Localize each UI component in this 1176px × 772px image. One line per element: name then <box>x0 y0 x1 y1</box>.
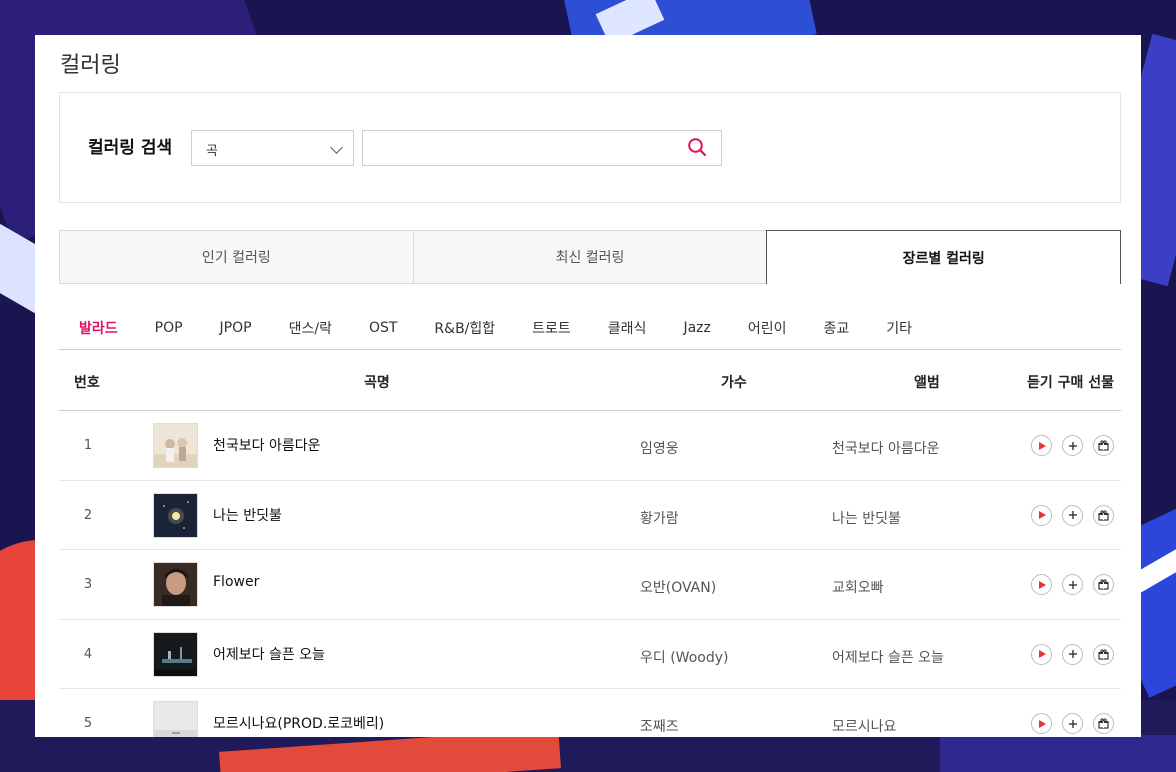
genre-jpop[interactable]: JPOP <box>220 320 252 336</box>
search-label: 컬러링 검색 <box>88 138 173 158</box>
row-actions <box>1031 574 1114 595</box>
album-cover[interactable] <box>153 492 198 538</box>
play-button[interactable] <box>1031 574 1052 595</box>
table-row: 1 천국보다 아름다운 임영웅 천국보다 아름다운 <box>59 411 1121 481</box>
header-no: 번호 <box>74 375 100 391</box>
genre-classic[interactable]: 클래식 <box>608 318 647 338</box>
gift-icon <box>1098 718 1109 729</box>
coloring-panel: 컬러링 컬러링 검색 곡 인기 컬러링 최신 컬러링 장르별 컬러링 발라드 P… <box>35 35 1141 737</box>
row-number: 2 <box>83 507 93 523</box>
search-box: 컬러링 검색 곡 <box>59 92 1121 203</box>
song-album: 천국보다 아름다운 <box>832 441 940 457</box>
genre-religion[interactable]: 종교 <box>823 318 849 338</box>
coloring-tabs: 인기 컬러링 최신 컬러링 장르별 컬러링 <box>59 230 1122 284</box>
genre-rnb-hiphop[interactable]: R&B/힙합 <box>434 318 495 338</box>
gift-icon <box>1098 509 1109 521</box>
play-icon <box>1038 650 1046 658</box>
gift-button[interactable] <box>1093 435 1114 456</box>
row-number: 4 <box>83 646 93 662</box>
song-album: 교회오빠 <box>832 580 884 596</box>
song-artist: 오반(OVAN) <box>640 580 717 596</box>
gift-button[interactable] <box>1093 504 1114 526</box>
gift-icon <box>1098 648 1109 660</box>
row-actions <box>1031 504 1114 526</box>
song-album: 어제보다 슬픈 오늘 <box>832 649 944 666</box>
play-button[interactable] <box>1031 435 1052 456</box>
search-icon <box>688 137 707 156</box>
table-header: 번호 곡명 가수 앨범 듣기 구매 선물 <box>59 349 1121 411</box>
row-actions <box>1031 435 1114 456</box>
buy-button[interactable] <box>1062 713 1083 734</box>
search-type-select[interactable]: 곡 <box>191 130 354 166</box>
song-title[interactable]: 모르시나요(PROD.로코베리) <box>213 713 384 733</box>
search-type-value: 곡 <box>206 144 218 159</box>
play-button[interactable] <box>1031 713 1052 734</box>
tab-popular[interactable]: 인기 컬러링 <box>59 230 413 284</box>
album-cover[interactable] <box>153 631 198 677</box>
song-title[interactable]: 나는 반딧불 <box>213 505 282 525</box>
chevron-down-icon <box>330 141 343 154</box>
song-album: 나는 반딧불 <box>832 510 901 527</box>
album-cover[interactable] <box>153 701 198 737</box>
song-table: 번호 곡명 가수 앨범 듣기 구매 선물 1 천국보다 아름다운 임영웅 천국보… <box>59 349 1121 737</box>
buy-button[interactable] <box>1062 504 1083 526</box>
genre-jazz[interactable]: Jazz <box>683 320 710 336</box>
song-artist: 우디 (Woody) <box>640 649 729 666</box>
table-row: 5 모르시나요(PROD.로코베리) 조째즈 모르시나요 <box>59 689 1121 737</box>
song-artist: 조째즈 <box>640 719 679 735</box>
play-icon <box>1038 580 1046 589</box>
play-button[interactable] <box>1031 643 1052 665</box>
genre-pop[interactable]: POP <box>155 320 183 336</box>
play-icon <box>1038 511 1046 519</box>
genre-ost[interactable]: OST <box>369 320 397 336</box>
song-title[interactable]: 천국보다 아름다운 <box>213 435 321 455</box>
tab-latest[interactable]: 최신 컬러링 <box>412 230 767 284</box>
song-title[interactable]: Flower <box>213 574 259 590</box>
row-number: 3 <box>83 577 93 592</box>
play-button[interactable] <box>1031 504 1052 526</box>
genre-ballad[interactable]: 발라드 <box>79 318 118 338</box>
song-artist: 임영웅 <box>640 441 679 457</box>
plus-icon <box>1068 650 1077 658</box>
header-artist: 가수 <box>721 375 747 391</box>
row-number: 1 <box>83 438 93 453</box>
buy-button[interactable] <box>1062 435 1083 456</box>
plus-icon <box>1068 580 1077 589</box>
header-album: 앨범 <box>914 375 940 391</box>
genre-kids[interactable]: 어린이 <box>748 318 787 338</box>
plus-icon <box>1068 511 1077 519</box>
genre-dance-rock[interactable]: 댄스/락 <box>289 318 332 338</box>
page-title: 컬러링 <box>60 53 121 78</box>
search-button[interactable] <box>680 135 714 161</box>
album-cover[interactable] <box>153 423 198 468</box>
song-album: 모르시나요 <box>832 719 897 735</box>
row-actions <box>1031 643 1114 665</box>
gift-button[interactable] <box>1093 574 1114 595</box>
table-row: 3 Flower 오반(OVAN) 교회오빠 <box>59 550 1121 620</box>
gift-icon <box>1098 579 1109 590</box>
album-cover[interactable] <box>153 562 198 607</box>
row-number: 5 <box>83 716 93 731</box>
table-row: 2 나는 반딧불 황가람 나는 반딧불 <box>59 481 1121 550</box>
header-actions: 듣기 구매 선물 <box>1027 375 1115 391</box>
song-artist: 황가람 <box>640 510 679 527</box>
search-input[interactable] <box>362 130 722 166</box>
buy-button[interactable] <box>1062 574 1083 595</box>
gift-button[interactable] <box>1093 713 1114 734</box>
row-actions <box>1031 713 1114 734</box>
play-icon <box>1038 719 1046 728</box>
table-row: 4 어제보다 슬픈 오늘 우디 (Woody) 어제보다 슬픈 오늘 <box>59 620 1121 689</box>
gift-button[interactable] <box>1093 643 1114 665</box>
buy-button[interactable] <box>1062 643 1083 665</box>
tab-genre[interactable]: 장르별 컬러링 <box>766 230 1122 284</box>
play-icon <box>1038 441 1046 450</box>
song-title[interactable]: 어제보다 슬픈 오늘 <box>213 644 325 664</box>
genre-filter: 발라드 POP JPOP 댄스/락 OST R&B/힙합 트로트 클래식 Jaz… <box>59 307 1121 349</box>
header-song: 곡명 <box>364 375 390 391</box>
genre-trot[interactable]: 트로트 <box>532 318 571 338</box>
gift-icon <box>1098 440 1109 451</box>
plus-icon <box>1068 441 1077 450</box>
plus-icon <box>1068 719 1077 728</box>
genre-etc[interactable]: 기타 <box>886 318 912 338</box>
